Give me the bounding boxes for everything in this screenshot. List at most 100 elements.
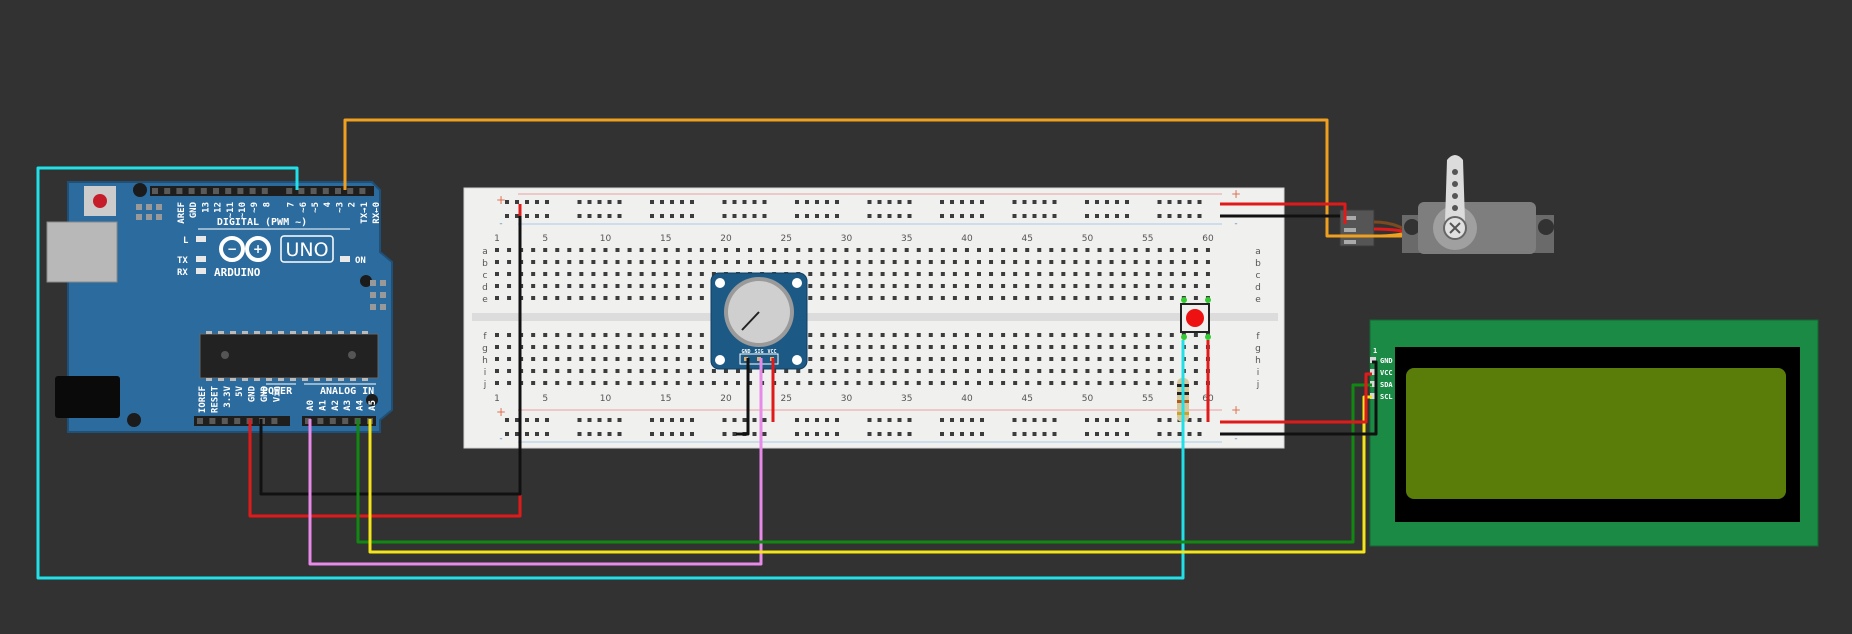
digital-pin-label: TX→1	[360, 202, 370, 224]
lcd-pin-label: SCL	[1380, 393, 1393, 401]
breadboard-column-number: 25	[780, 394, 791, 404]
digital-pin-label: AREF	[177, 202, 187, 224]
breadboard-row-letter: j	[1256, 380, 1260, 390]
breadboard-row-letter: d	[1255, 283, 1261, 293]
analog-pin-label: A2	[331, 400, 341, 411]
digital-pin-label: ~10	[238, 202, 248, 218]
breadboard-column-number: 45	[1021, 234, 1032, 244]
servo-motor[interactable]	[1339, 155, 1554, 254]
breadboard-column-number: 55	[1142, 394, 1153, 404]
servo-horn[interactable]	[1445, 155, 1465, 222]
analog-pin-label: A0	[306, 400, 316, 411]
breadboard[interactable]: 1 5 10 15 20 25 30 35 40 45 50 55 60 1 5 10 15 20 25 30 35 4…	[463, 187, 1285, 449]
breadboard-row-letter: c	[483, 271, 488, 281]
lcd-pin-label: VCC	[1380, 369, 1393, 377]
rail-plus-marker: +	[1231, 403, 1241, 417]
board-model-label: UNO	[285, 239, 328, 261]
breadboard-column-number: 55	[1142, 234, 1153, 244]
arduino-uno-board[interactable]: AREF GND 13 12 ~11 ~10 ~9 8 7 ~6 ~5 4 ~3 2 TX→1 RX←0 DI…	[46, 181, 393, 433]
breadboard-column-number: 30	[841, 234, 853, 244]
digital-pin-label: ~11	[226, 202, 236, 218]
digital-pin-label: 8	[262, 202, 272, 207]
led-l-label: L	[183, 236, 189, 246]
breadboard-column-number: 25	[780, 234, 791, 244]
digital-pin-label: ~9	[250, 202, 260, 213]
breadboard-column-number: 20	[720, 394, 732, 404]
breadboard-row-letter: j	[483, 380, 487, 390]
potentiometer-pin-label: VCC	[767, 349, 776, 355]
digital-pin-label: GND	[189, 201, 199, 218]
digital-pin-label: 4	[323, 201, 333, 207]
lcd-1602-i2c[interactable]: 1 GND VCC SDA SCL	[1369, 319, 1819, 547]
power-pin-label: 3.3V	[223, 385, 233, 407]
analog-pin-label: A1	[318, 400, 328, 411]
rail-plus-marker: +	[1231, 187, 1241, 201]
analog-header[interactable]	[302, 416, 376, 426]
breadboard-column-number: 1	[494, 234, 500, 244]
breadboard-column-number: 40	[961, 394, 973, 404]
breadboard-column-number: 15	[660, 394, 671, 404]
power-pin-label: IOREF	[198, 386, 208, 413]
power-pin-label: GND	[248, 385, 258, 402]
arduino-brand: ARDUINO	[214, 266, 261, 279]
breadboard-row-letter: b	[482, 259, 488, 269]
lcd-screen	[1406, 368, 1786, 499]
digital-pin-label: 2	[348, 202, 358, 207]
digital-pin-label: ~3	[335, 202, 345, 213]
potentiometer[interactable]: GND SIG VCC	[710, 272, 808, 370]
breadboard-column-number: 5	[542, 394, 548, 404]
rail-minus-marker: -	[499, 434, 502, 444]
rail-minus-marker: -	[1234, 219, 1237, 229]
power-jack	[55, 376, 120, 418]
breadboard-column-number: 15	[660, 234, 671, 244]
led-on-label: ON	[355, 256, 366, 266]
rail-plus-marker: +	[496, 193, 506, 207]
svg-text:−: −	[227, 242, 237, 256]
power-pin-label: Vin	[271, 386, 282, 402]
breadboard-row-letter: h	[1255, 356, 1261, 366]
led-rx-label: RX	[177, 268, 188, 278]
rail-plus-marker: +	[496, 405, 506, 419]
digital-pin-label: 13	[201, 202, 211, 213]
breadboard-row-letter: d	[482, 283, 488, 293]
breadboard-row-letter: g	[1255, 344, 1261, 354]
analog-pin-label: A4	[356, 399, 366, 410]
lcd-pin-label: SDA	[1380, 381, 1393, 389]
breadboard-row-letter: a	[1255, 247, 1261, 257]
power-pin-label: GND	[260, 385, 270, 402]
digital-pin-label: RX←0	[372, 202, 382, 224]
power-pin-label: 5V	[235, 385, 245, 396]
breadboard-column-number: 10	[600, 234, 612, 244]
svg-text:+: +	[253, 242, 263, 256]
breadboard-column-number: 5	[542, 234, 548, 244]
analog-pin-label: A3	[343, 400, 353, 411]
breadboard-center-channel	[472, 313, 1278, 321]
led-tx-label: TX	[177, 256, 188, 266]
breadboard-row-letter: e	[482, 295, 488, 305]
lcd-pin-label: GND	[1380, 357, 1393, 365]
digital-pin-label: 12	[214, 202, 224, 213]
analog-label: ANALOG IN	[320, 386, 374, 397]
breadboard-column-number: 50	[1082, 234, 1094, 244]
breadboard-column-number: 45	[1021, 394, 1032, 404]
breadboard-column-number: 35	[901, 394, 912, 404]
potentiometer-pin-label: SIG	[754, 349, 763, 355]
breadboard-row-letter: e	[1255, 295, 1261, 305]
breadboard-row-letter: h	[482, 356, 488, 366]
digital-header-label: DIGITAL (PWM ~)	[217, 217, 307, 228]
breadboard-column-number: 10	[600, 394, 612, 404]
breadboard-column-number: 60	[1202, 234, 1214, 244]
breadboard-column-number: 40	[961, 234, 973, 244]
breadboard-column-number: 30	[841, 394, 853, 404]
analog-pin-label: A5	[368, 400, 378, 411]
lcd-pin1-marker: 1	[1373, 347, 1377, 355]
usb-connector	[46, 221, 118, 283]
breadboard-row-letter: i	[484, 368, 487, 378]
breadboard-column-number: 50	[1082, 394, 1094, 404]
power-pin-label: RESET	[210, 385, 220, 413]
breadboard-column-number: 35	[901, 234, 912, 244]
digital-pin-label: ~6	[299, 202, 309, 213]
breadboard-row-letter: a	[482, 247, 488, 257]
workspace-canvas[interactable]: AREF GND 13 12 ~11 ~10 ~9 8 7 ~6 ~5 4 ~3 2 TX→1 RX←0 DI…	[0, 0, 1852, 634]
potentiometer-pin-label: GND	[741, 349, 750, 355]
